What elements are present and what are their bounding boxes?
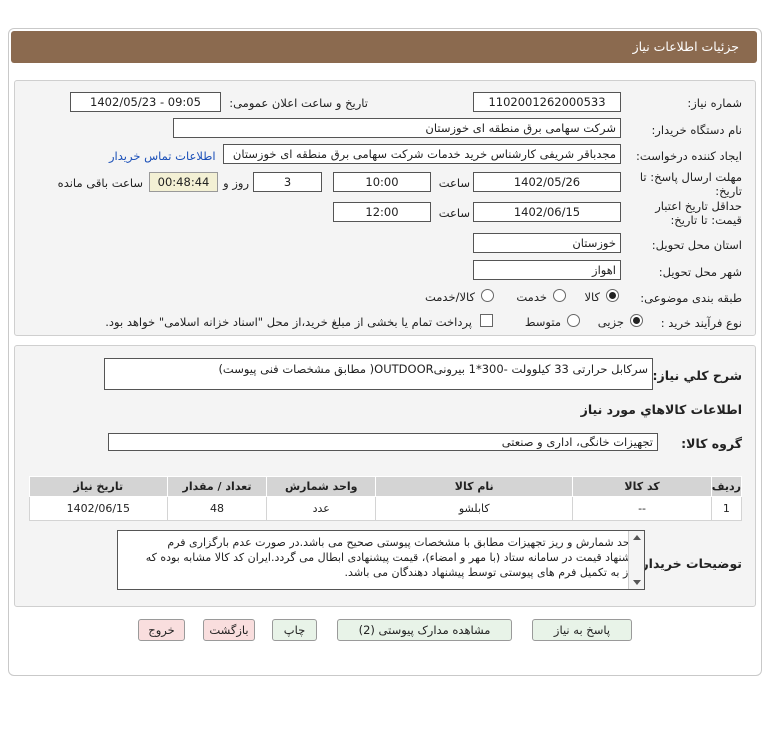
view-documents-button[interactable]: مشاهده مدارک پیوستی (2)	[337, 619, 512, 641]
category-radio-goods-service[interactable]	[481, 289, 494, 302]
validity-label-2: قیمت: تا تاریخ:	[670, 213, 742, 227]
cell-name: کابلشو	[375, 496, 574, 521]
remaining-time-field: 00:48:44	[149, 172, 218, 192]
category-option-service: خدمت	[516, 290, 547, 304]
scroll-up-icon[interactable]	[633, 535, 641, 540]
need-number-field: 1102001262000533	[473, 92, 621, 112]
col-code: کد کالا	[572, 476, 712, 497]
table-row: 1 -- کابلشو عدد 48 1402/06/15	[29, 496, 743, 521]
process-label: نوع فرآیند خرید :	[660, 316, 742, 330]
validity-date-field: 1402/06/15	[473, 202, 621, 222]
deadline-time-label: ساعت	[438, 176, 470, 190]
col-name: نام کالا	[375, 476, 574, 497]
goods-group-label: گروه کالا:	[681, 436, 742, 451]
need-number-label: شماره نیاز:	[687, 96, 742, 110]
treasury-payment-note: پرداخت تمام یا بخشی از مبلغ خرید،از محل …	[105, 315, 472, 329]
cell-code: --	[572, 496, 712, 521]
deadline-time-field: 10:00	[333, 172, 431, 192]
scroll-down-icon[interactable]	[633, 580, 641, 585]
process-radio-minor[interactable]	[630, 314, 643, 327]
buyer-notes-field: واحد شمارش و ریز تجهیزات مطابق با مشخصات…	[117, 530, 645, 590]
category-option-goods-service: کالا/خدمت	[424, 290, 475, 304]
notes-scrollbar[interactable]	[628, 531, 644, 589]
goods-table: ردیف کد کالا نام کالا واحد شمارش تعداد /…	[29, 476, 743, 521]
process-option-minor: جزیی	[597, 315, 624, 329]
category-radio-service[interactable]	[553, 289, 566, 302]
creator-field: مجدباقر شریفی کارشناس خرید خدمات شرکت سه…	[223, 144, 621, 164]
deadline-label-1: مهلت ارسال پاسخ: تا	[639, 170, 742, 184]
buyer-org-field: شرکت سهامی برق منطقه ای خوزستان	[173, 118, 621, 138]
deadline-date-field: 1402/05/26	[473, 172, 621, 192]
buyer-notes-label: توضیحات خریدار:	[636, 556, 742, 571]
summary-field: سرکابل حرارتی 33 کیلوولت -300*1 بیرونیOU…	[104, 358, 653, 390]
province-field: خوزستان	[473, 233, 621, 253]
cell-need-date: 1402/06/15	[29, 496, 168, 521]
category-option-goods: کالا	[584, 290, 600, 304]
process-radio-medium[interactable]	[567, 314, 580, 327]
goods-table-header: ردیف کد کالا نام کالا واحد شمارش تعداد /…	[29, 476, 743, 497]
days-field: 3	[253, 172, 322, 192]
buyer-notes-text: واحد شمارش و ریز تجهیزات مطابق با مشخصات…	[145, 536, 638, 579]
remaining-label: ساعت باقی مانده	[57, 176, 143, 190]
exit-button[interactable]: خروج	[138, 619, 185, 641]
buyer-org-label: نام دستگاه خریدار:	[651, 123, 742, 137]
summary-label: شرح کلي نياز:	[652, 368, 742, 383]
validity-time-label: ساعت	[438, 206, 470, 220]
col-quantity: تعداد / مقدار	[166, 476, 268, 497]
deadline-label-2: تاریخ:	[715, 184, 742, 198]
creator-label: ایجاد کننده درخواست:	[636, 149, 742, 163]
window-title: جزئيات اطلاعات نياز	[11, 31, 757, 63]
days-label: روز و	[223, 176, 249, 190]
cell-row: 1	[710, 496, 743, 521]
validity-time-field: 12:00	[333, 202, 431, 222]
goods-group-field: تجهیزات خانگی، اداری و صنعتی	[108, 433, 658, 451]
back-button[interactable]: بازگشت	[203, 619, 255, 641]
treasury-payment-checkbox[interactable]	[480, 314, 493, 327]
announce-field: 1402/05/23 - 09:05	[70, 92, 221, 112]
province-label: استان محل تحویل:	[651, 238, 742, 252]
goods-section-title: اطلاعات کالاهاي مورد نياز	[580, 402, 742, 417]
reply-button[interactable]: پاسخ به نیاز	[532, 619, 632, 641]
contact-buyer-link[interactable]: اطلاعات تماس خریدار	[109, 149, 216, 163]
print-button[interactable]: چاپ	[272, 619, 317, 641]
col-row: ردیف	[710, 476, 743, 497]
city-field: اهواز	[473, 260, 621, 280]
col-unit: واحد شمارش	[266, 476, 377, 497]
category-radio-goods[interactable]	[606, 289, 619, 302]
announce-label: تاریخ و ساعت اعلان عمومی:	[229, 96, 368, 110]
col-need-date: تاریخ نیاز	[29, 476, 168, 497]
cell-quantity: 48	[166, 496, 268, 521]
process-option-medium: متوسط	[524, 315, 561, 329]
category-label: طبقه بندی موضوعی:	[640, 291, 742, 305]
city-label: شهر محل تحویل:	[658, 265, 742, 279]
validity-label-1: حداقل تاریخ اعتبار	[655, 199, 742, 213]
cell-unit: عدد	[266, 496, 377, 521]
